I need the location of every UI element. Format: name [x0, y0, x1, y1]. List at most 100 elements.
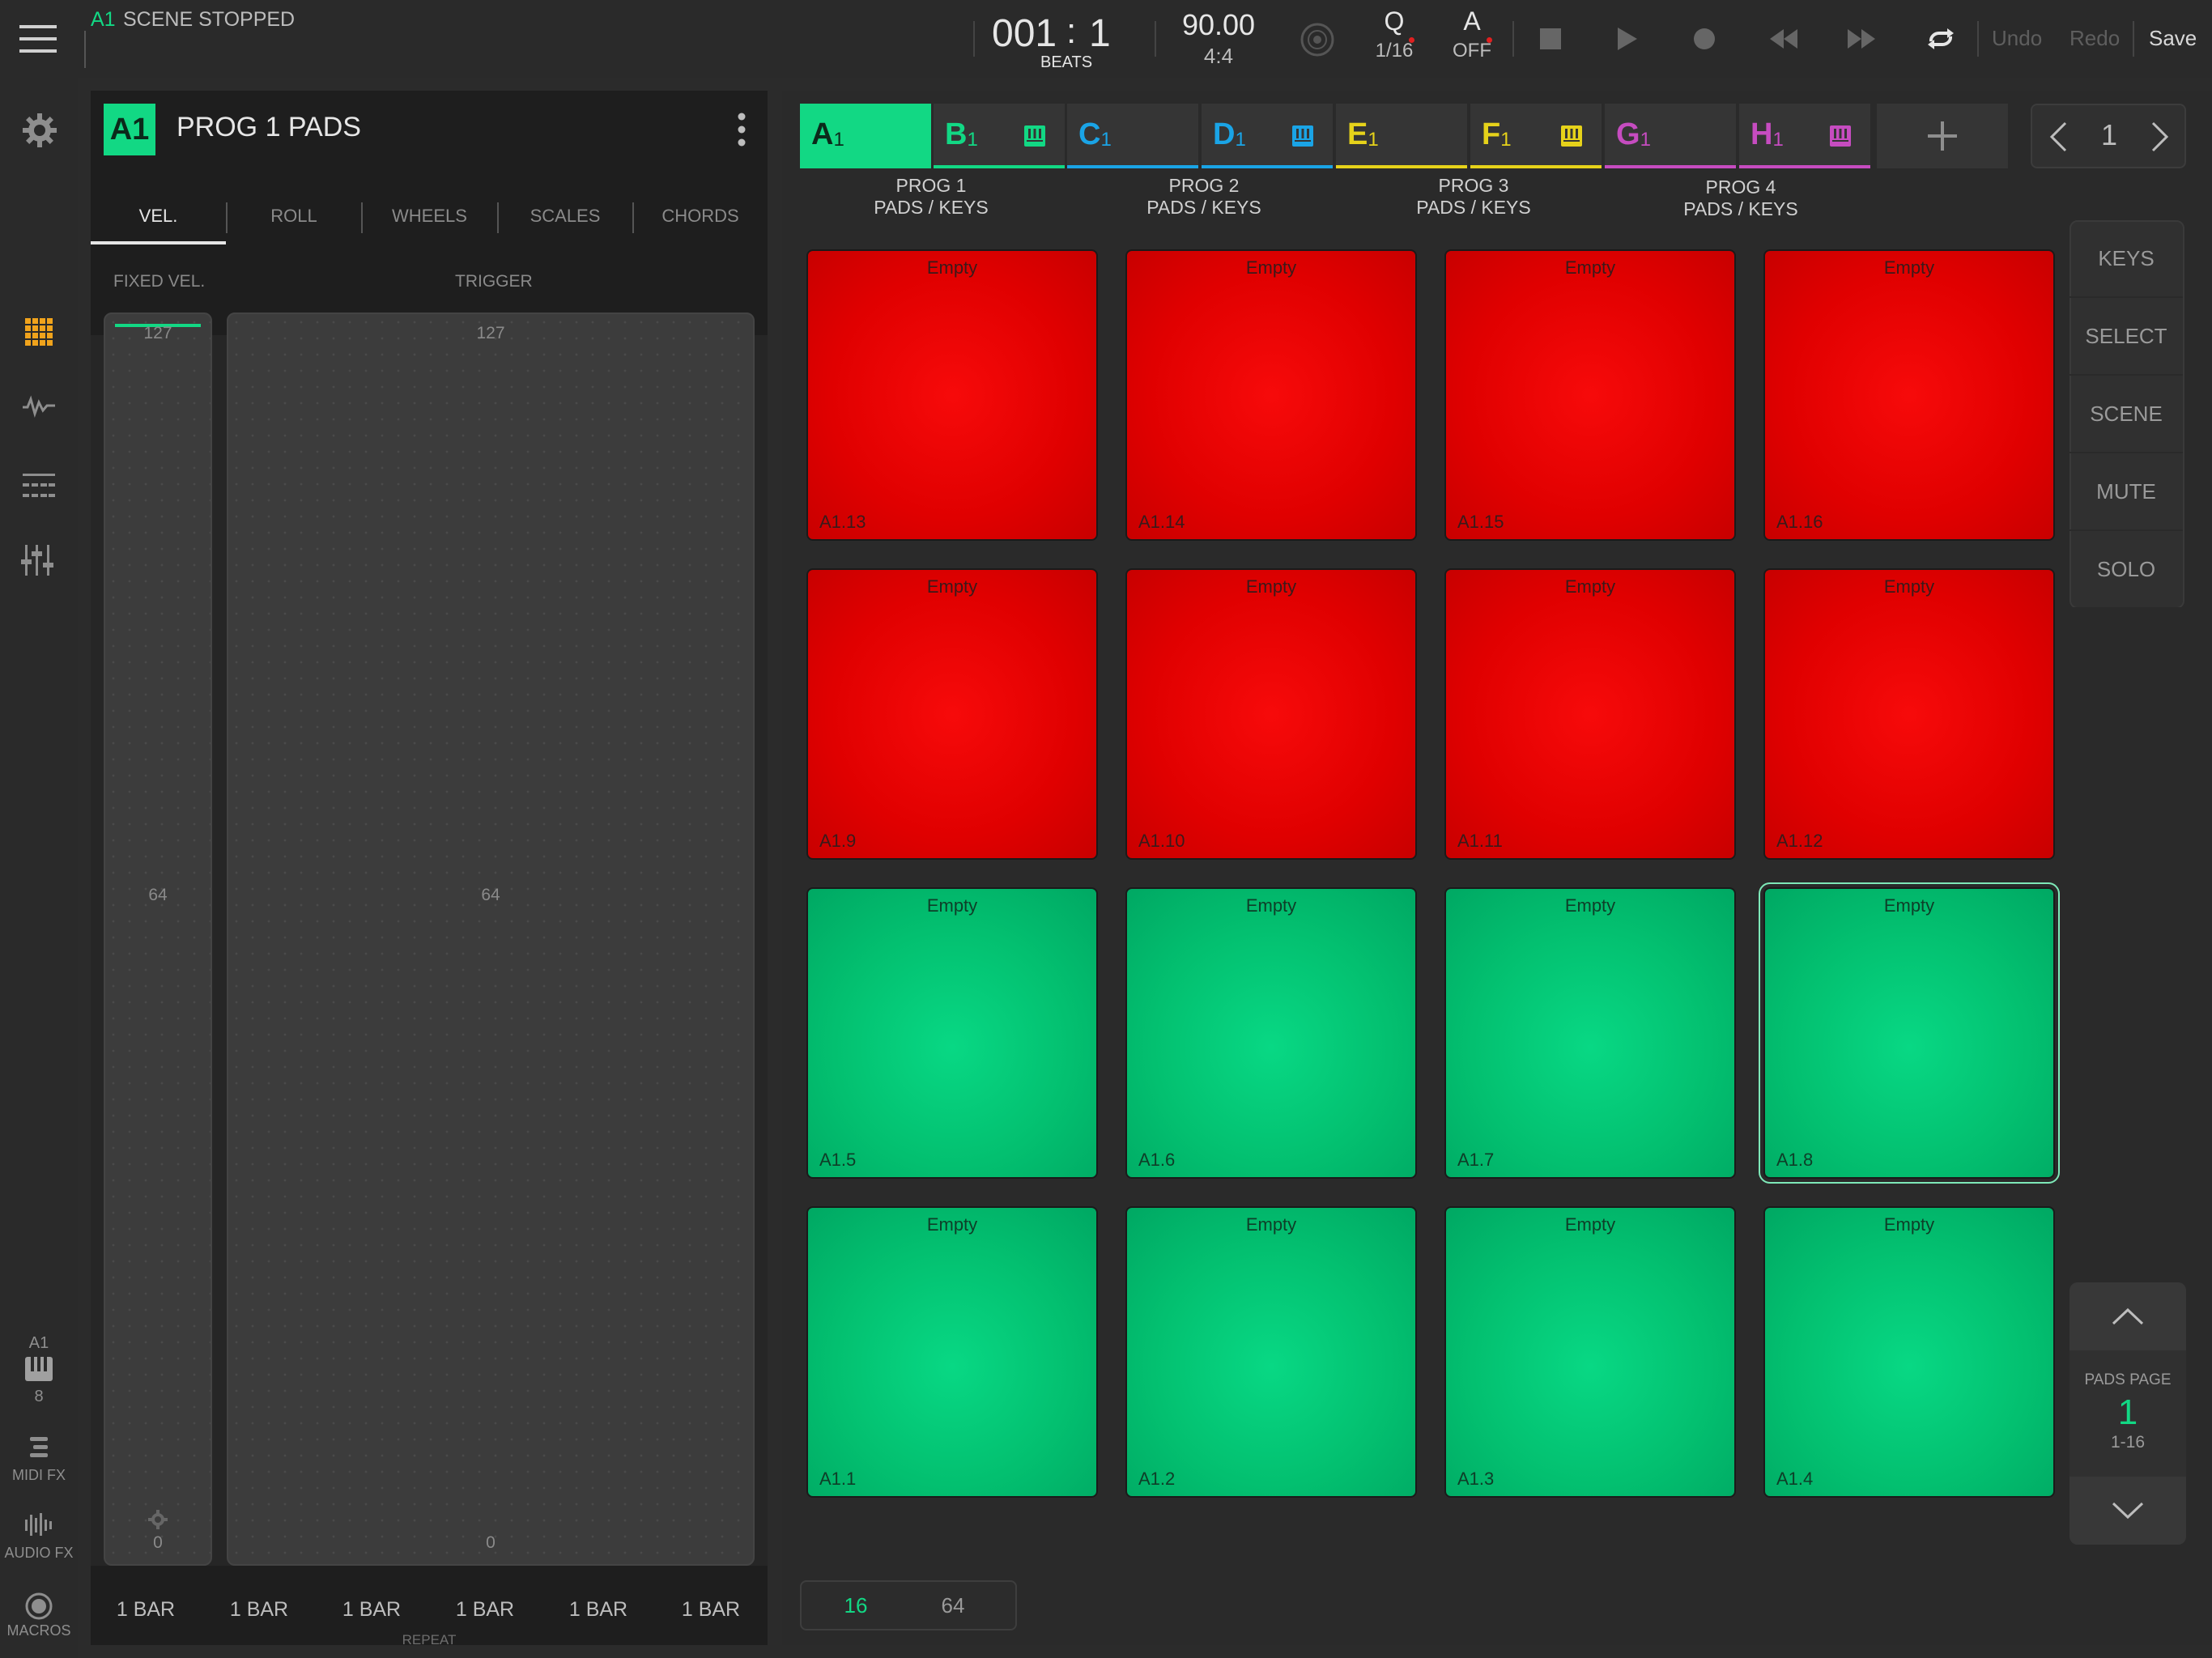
fast-forward-icon[interactable]	[1840, 21, 1883, 57]
redo-button[interactable]: Redo	[2069, 26, 2120, 51]
track-letter: B	[945, 117, 968, 151]
record-icon[interactable]	[1684, 21, 1725, 57]
track-tab-g[interactable]: G1	[1605, 104, 1736, 168]
loop-icon[interactable]	[1921, 21, 1961, 57]
keyboard-icon[interactable]	[24, 1357, 53, 1381]
pad-a1-6[interactable]: Empty A1.6	[1125, 887, 1417, 1179]
tempo-display[interactable]: 90.00 4:4	[1166, 8, 1271, 73]
rewind-icon[interactable]	[1762, 21, 1806, 57]
pad-name-label: A1.1	[819, 1469, 857, 1489]
pad-state-label: Empty	[1883, 576, 1935, 597]
pad-a1-16[interactable]: Empty A1.16	[1763, 249, 2055, 541]
track-tab-f[interactable]: F1	[1470, 104, 1602, 168]
pad-a1-10[interactable]: Empty A1.10	[1125, 568, 1417, 860]
track-tab-h[interactable]: H1	[1739, 104, 1870, 168]
pad-a1-5[interactable]: Empty A1.5	[806, 887, 1098, 1179]
position-sep: :	[1066, 11, 1077, 51]
mode-solo[interactable]: SOLO	[2069, 531, 2183, 609]
pad-count-16[interactable]: 16	[802, 1593, 910, 1618]
save-button[interactable]: Save	[2149, 26, 2197, 51]
tab-velocity[interactable]: VEL.	[91, 188, 226, 244]
pads-page-value: 1	[2117, 1392, 2138, 1432]
repeat-length-3[interactable]: 1 BAR	[331, 1598, 412, 1622]
track-group-label: PROG 4 PADS / KEYS	[1627, 176, 1854, 220]
pad-a1-14[interactable]: Empty A1.14	[1125, 249, 1417, 541]
mode-select[interactable]: SELECT	[2069, 298, 2183, 376]
mode-mute[interactable]: MUTE	[2069, 453, 2183, 531]
fixed-velocity-slider[interactable]: 127 64 0	[104, 312, 212, 1566]
pads-page-down-chevron-icon[interactable]	[2069, 1477, 2186, 1545]
repeat-length-6[interactable]: 1 BAR	[670, 1598, 751, 1622]
tab-scales[interactable]: SCALES	[498, 188, 632, 244]
trigger-mid: 64	[481, 886, 500, 904]
page-prev-chevron-icon[interactable]	[2042, 118, 2074, 155]
pad-a1-13[interactable]: Empty A1.13	[806, 249, 1098, 541]
macros-knob-icon[interactable]	[24, 1592, 53, 1621]
pad-state-label: Empty	[926, 576, 978, 597]
repeat-length-4[interactable]: 1 BAR	[445, 1598, 525, 1622]
status-track-id: A1	[91, 8, 116, 31]
pad-count-64[interactable]: 64	[899, 1593, 1007, 1618]
tab-roll[interactable]: ROLL	[227, 188, 361, 244]
settings-gear-icon[interactable]	[19, 110, 60, 151]
page-next-chevron-icon[interactable]	[2144, 118, 2176, 155]
undo-button[interactable]: Undo	[1992, 26, 2042, 51]
menu-icon[interactable]	[19, 23, 57, 55]
panel-title: PROG 1 PADS	[177, 112, 361, 142]
track-tab-b[interactable]: B1	[934, 104, 1065, 168]
pad-name-label: A1.5	[819, 1150, 857, 1170]
more-options-icon[interactable]	[725, 108, 758, 151]
midi-fx-label[interactable]: MIDI FX	[0, 1467, 78, 1484]
macros-label[interactable]: MACROS	[0, 1622, 78, 1639]
pad-name-label: A1.15	[1457, 512, 1504, 532]
pad-a1-8[interactable]: Empty A1.8	[1759, 882, 2060, 1184]
waveform-icon[interactable]	[21, 390, 57, 423]
pad-name-label: A1.4	[1776, 1469, 1814, 1489]
tab-chords[interactable]: CHORDS	[633, 188, 768, 244]
pad-a1-3[interactable]: Empty A1.3	[1444, 1206, 1736, 1498]
stop-icon[interactable]	[1530, 21, 1571, 57]
track-tab-c[interactable]: C1	[1067, 104, 1198, 168]
automation-button[interactable]: A OFF	[1446, 6, 1498, 71]
track-tab-e[interactable]: E1	[1336, 104, 1467, 168]
pads-page-up-chevron-icon[interactable]	[2069, 1282, 2186, 1350]
repeat-length-2[interactable]: 1 BAR	[219, 1598, 300, 1622]
tab-wheels[interactable]: WHEELS	[362, 188, 497, 244]
track-subscript: 1	[967, 129, 978, 151]
repeat-length-5[interactable]: 1 BAR	[558, 1598, 639, 1622]
audio-fx-icon[interactable]	[23, 1511, 55, 1538]
mode-scene[interactable]: SCENE	[2069, 376, 2183, 453]
add-track-button[interactable]	[1877, 104, 2008, 168]
pad-a1-15[interactable]: Empty A1.15	[1444, 249, 1736, 541]
pad-a1-2[interactable]: Empty A1.2	[1125, 1206, 1417, 1498]
pads-page-label: PADS PAGE	[2084, 1371, 2172, 1388]
midi-fx-icon[interactable]	[24, 1435, 53, 1462]
track-group-name: PROG 2	[1168, 175, 1240, 196]
repeat-length-1[interactable]: 1 BAR	[105, 1598, 186, 1622]
mode-keys[interactable]: KEYS	[2069, 220, 2183, 298]
track-tab-d[interactable]: D1	[1202, 104, 1333, 168]
position-display[interactable]: 001 : 1 BEATS	[992, 10, 1121, 74]
slider-settings-gear-icon[interactable]	[146, 1507, 170, 1532]
quantize-button[interactable]: Q 1/16	[1368, 6, 1420, 71]
pad-a1-11[interactable]: Empty A1.11	[1444, 568, 1736, 860]
pad-a1-12[interactable]: Empty A1.12	[1763, 568, 2055, 860]
pad-a1-1[interactable]: Empty A1.1	[806, 1206, 1098, 1498]
trigger-area[interactable]: 127 64 0	[227, 312, 755, 1566]
track-tab-a[interactable]: A1	[800, 104, 931, 168]
pads-grid-icon[interactable]	[23, 316, 55, 348]
pad-a1-9[interactable]: Empty A1.9	[806, 568, 1098, 860]
play-icon[interactable]	[1607, 21, 1648, 57]
track-subscript: 1	[1772, 129, 1784, 151]
mixer-icon[interactable]	[21, 544, 53, 576]
track-subscript: 1	[1368, 129, 1379, 151]
metronome-icon[interactable]	[1297, 19, 1338, 60]
pad-state-label: Empty	[1245, 895, 1297, 916]
sequencer-icon[interactable]	[21, 470, 57, 502]
pad-a1-4[interactable]: Empty A1.4	[1763, 1206, 2055, 1498]
audio-fx-label[interactable]: AUDIO FX	[0, 1545, 78, 1562]
track-group-type: PADS / KEYS	[1416, 197, 1531, 218]
fixed-vel-label: FIXED VEL.	[113, 272, 206, 291]
pad-a1-7[interactable]: Empty A1.7	[1444, 887, 1736, 1179]
track-letter: D	[1213, 117, 1236, 151]
